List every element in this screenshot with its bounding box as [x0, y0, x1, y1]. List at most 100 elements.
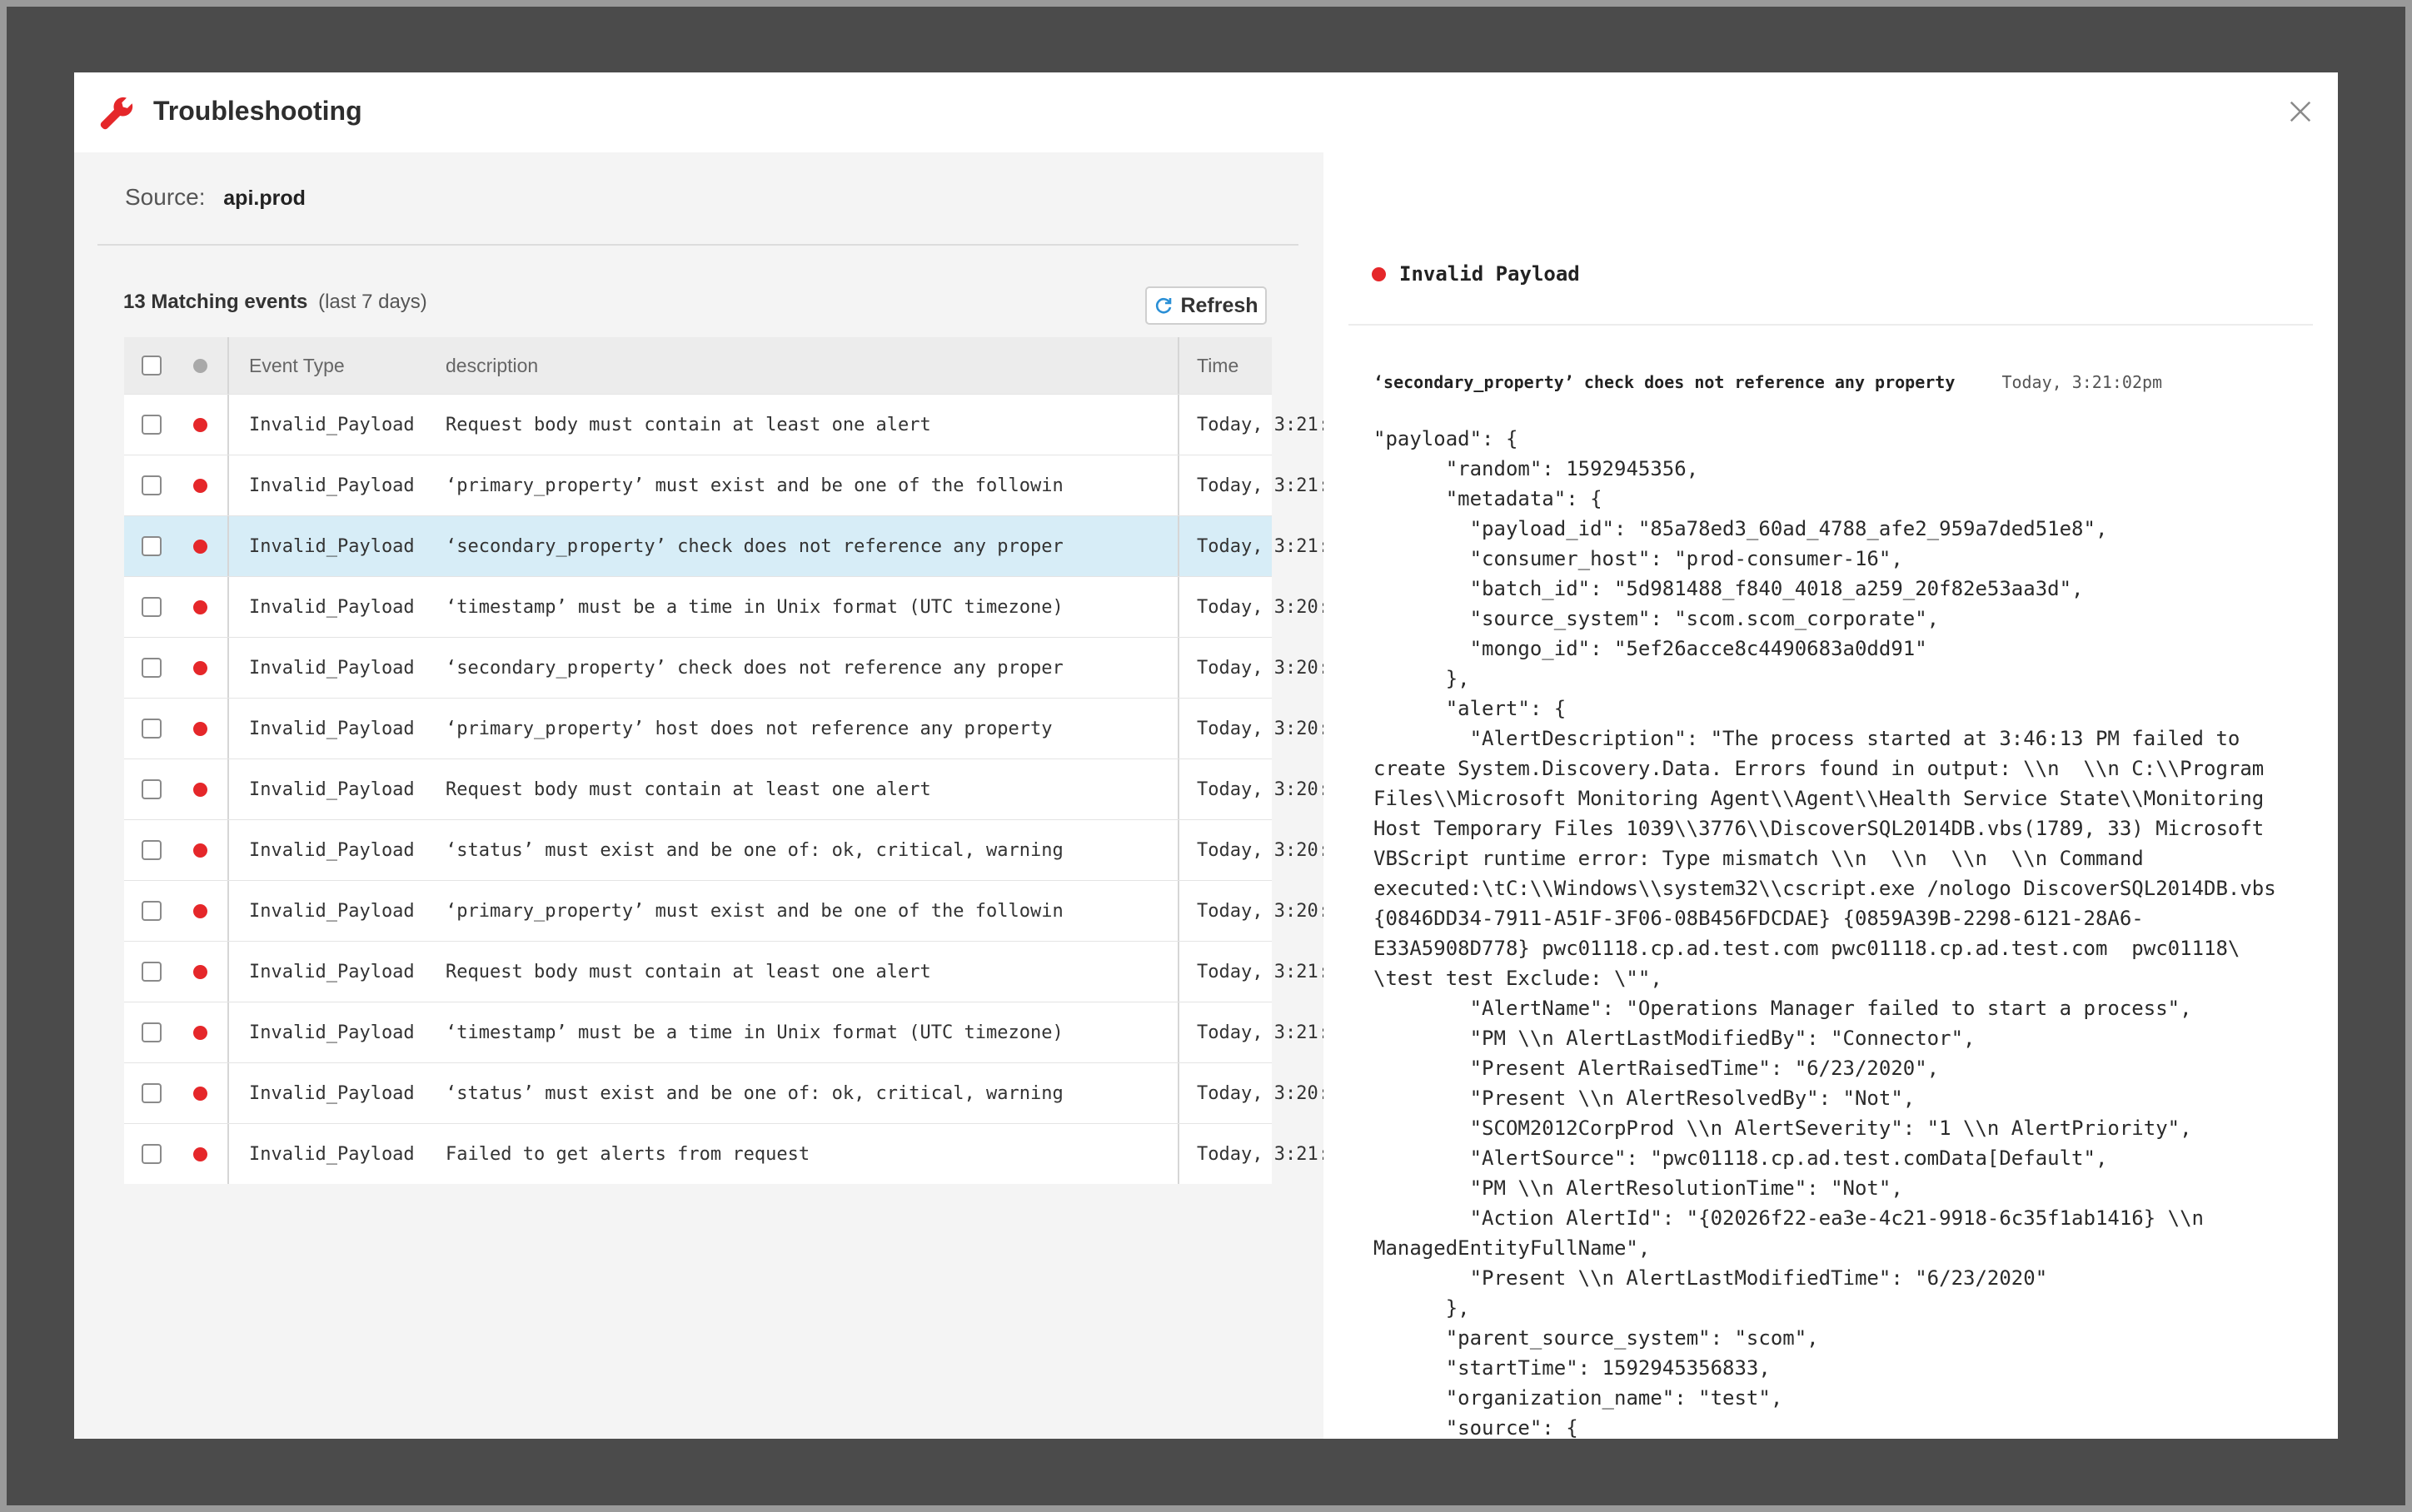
detail-pane: Invalid Payload ‘secondary_property’ che…	[1323, 152, 2338, 1439]
row-description: ‘primary_property’ must exist and be one…	[446, 475, 1064, 496]
row-checkbox[interactable]	[142, 536, 162, 556]
row-checkbox[interactable]	[142, 1144, 162, 1164]
row-checkbox[interactable]	[142, 1083, 162, 1103]
column-divider	[227, 699, 229, 758]
row-checkbox-cell	[124, 942, 179, 1002]
detail-message-row: ‘secondary_property’ check does not refe…	[1373, 372, 2162, 392]
column-divider	[227, 395, 229, 455]
row-checkbox[interactable]	[142, 597, 162, 617]
row-checkbox-cell	[124, 455, 179, 515]
table-row[interactable]: Invalid_Payload ‘status’ must exist and b…	[124, 1062, 1345, 1123]
table-row[interactable]: Invalid_Payload ‘primary_property’ must e…	[124, 880, 1345, 941]
row-time: Today, 3:20:51pm	[1197, 718, 1345, 739]
table-row[interactable]: Invalid_Payload ‘status’ must exist and b…	[124, 819, 1345, 880]
column-divider	[227, 881, 229, 941]
row-status-cell	[179, 577, 221, 637]
column-divider	[227, 759, 229, 819]
row-description: ‘status’ must exist and be one of: ok, c…	[446, 1082, 1064, 1104]
row-status-cell	[179, 1063, 221, 1123]
status-dot-icon	[192, 1025, 207, 1040]
detail-header: Invalid Payload	[1372, 262, 1580, 286]
table-row[interactable]: Invalid_Payload Request body must contain…	[124, 758, 1345, 819]
row-time: Today, 3:21:05pm	[1197, 475, 1345, 496]
row-checkbox[interactable]	[142, 1022, 162, 1042]
row-event-type: Invalid_Payload	[249, 839, 415, 861]
column-header-description[interactable]: description	[446, 337, 1179, 394]
status-dot-icon	[192, 660, 207, 675]
header-checkbox-cell	[124, 337, 179, 394]
row-checkbox[interactable]	[142, 840, 162, 860]
events-summary: 13 Matching events (last 7 days)	[123, 291, 427, 314]
refresh-button[interactable]: Refresh	[1145, 286, 1267, 325]
table-row[interactable]: Invalid_Payload ‘primary_property’ host d…	[124, 698, 1345, 758]
row-checkbox-cell	[124, 516, 179, 576]
row-time: Today, 3:20:54pm	[1197, 657, 1345, 679]
row-checkbox[interactable]	[142, 901, 162, 921]
column-divider	[227, 1002, 229, 1062]
row-time: Today, 3:20:44pm	[1197, 839, 1345, 861]
row-description: Request body must contain at least one a…	[446, 414, 931, 435]
row-status-cell	[179, 881, 221, 941]
status-dot-icon	[192, 1086, 207, 1101]
row-checkbox[interactable]	[142, 415, 162, 435]
row-event-type: Invalid_Payload	[249, 1143, 415, 1165]
row-description: ‘secondary_property’ check does not refe…	[446, 657, 1064, 679]
row-status-cell	[179, 699, 221, 758]
row-checkbox-cell	[124, 1124, 179, 1184]
status-dot-icon	[192, 721, 207, 736]
row-status-cell	[179, 759, 221, 819]
table-row[interactable]: Invalid_Payload Request body must contain…	[124, 394, 1345, 455]
row-description: ‘status’ must exist and be one of: ok, c…	[446, 839, 1064, 861]
row-checkbox-cell	[124, 759, 179, 819]
row-time: Today, 3:21:07pm	[1197, 1022, 1345, 1043]
row-event-type: Invalid_Payload	[249, 475, 415, 496]
status-dot-icon	[192, 903, 207, 918]
row-time: Today, 3:20:48pm	[1197, 778, 1345, 800]
row-checkbox-cell	[124, 577, 179, 637]
row-checkbox-cell	[124, 395, 179, 455]
row-checkbox-cell	[124, 820, 179, 880]
column-divider	[227, 1124, 229, 1184]
header-status-cell	[179, 337, 221, 394]
status-dot-icon	[192, 782, 207, 797]
row-event-type: Invalid_Payload	[249, 1082, 415, 1104]
row-status-cell	[179, 820, 221, 880]
row-checkbox[interactable]	[142, 962, 162, 982]
row-event-type: Invalid_Payload	[249, 596, 415, 618]
row-time: Today, 3:21:07pm	[1197, 1143, 1345, 1165]
table-row[interactable]: Invalid_Payload ‘timestamp’ must be a tim…	[124, 576, 1345, 637]
row-checkbox[interactable]	[142, 475, 162, 495]
row-time: Today, 3:20:51pm	[1197, 1082, 1345, 1104]
row-event-type: Invalid_Payload	[249, 900, 415, 922]
table-row[interactable]: Invalid_Payload Failed to get alerts from…	[124, 1123, 1345, 1184]
detail-title: Invalid Payload	[1399, 262, 1580, 286]
column-header-time[interactable]: Time	[1179, 337, 1345, 394]
status-dot-icon	[192, 478, 207, 493]
select-all-checkbox[interactable]	[142, 356, 162, 376]
detail-message: ‘secondary_property’ check does not refe…	[1373, 372, 1956, 392]
payload-json: "payload": { "random": 1592945356, "meta…	[1373, 427, 2276, 1439]
row-status-cell	[179, 1002, 221, 1062]
events-count: 13 Matching events	[123, 291, 308, 313]
row-status-cell	[179, 516, 221, 576]
table-row[interactable]: Invalid_Payload Request body must contain…	[124, 941, 1345, 1002]
close-icon[interactable]	[2288, 99, 2313, 124]
row-time: Today, 3:21:07pm	[1197, 414, 1345, 435]
row-checkbox-cell	[124, 881, 179, 941]
table-row[interactable]: Invalid_Payload ‘secondary_property’ chec…	[124, 637, 1345, 698]
row-description: ‘secondary_property’ check does not refe…	[446, 535, 1064, 557]
row-checkbox[interactable]	[142, 779, 162, 799]
modal-header: Troubleshooting	[74, 72, 2338, 152]
row-checkbox[interactable]	[142, 658, 162, 678]
status-dot-icon	[192, 358, 207, 373]
table-row[interactable]: Invalid_Payload ‘secondary_property’ chec…	[124, 515, 1345, 576]
row-time: Today, 3:20:54pm	[1197, 596, 1345, 618]
row-checkbox[interactable]	[142, 719, 162, 739]
table-row[interactable]: Invalid_Payload ‘timestamp’ must be a tim…	[124, 1002, 1345, 1062]
table-row[interactable]: Invalid_Payload ‘primary_property’ must e…	[124, 455, 1345, 515]
row-status-cell	[179, 942, 221, 1002]
row-status-cell	[179, 1124, 221, 1184]
column-header-event-type[interactable]: Event Type	[249, 337, 436, 394]
refresh-label: Refresh	[1180, 293, 1258, 317]
row-time: Today, 3:21:05pm	[1197, 961, 1345, 982]
